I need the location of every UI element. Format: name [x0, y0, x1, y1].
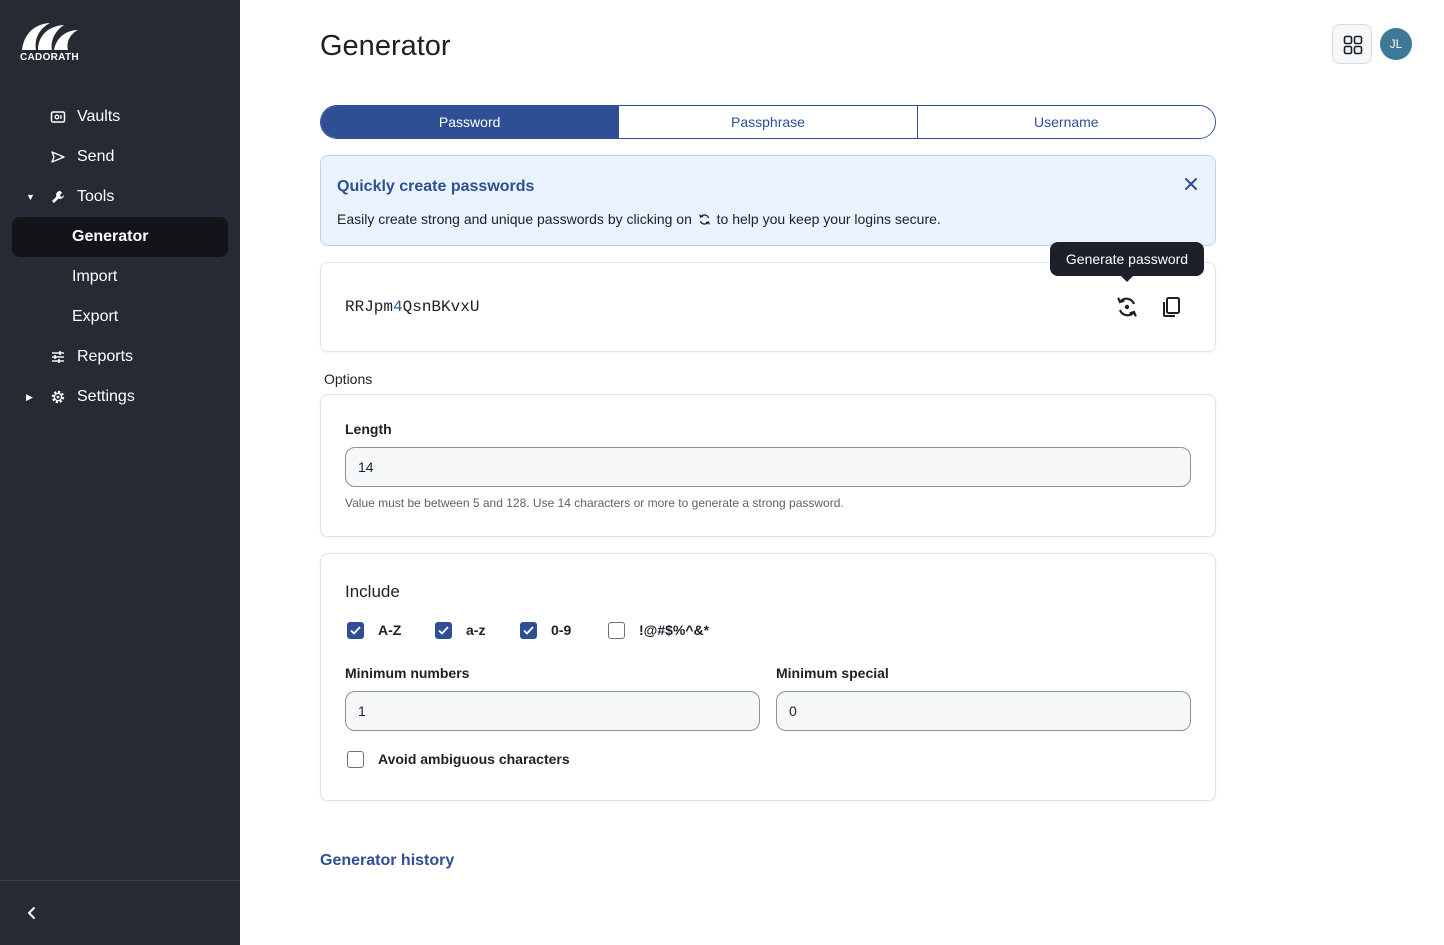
sidebar-item-label: Export: [72, 308, 119, 325]
checkbox-label: 0-9: [551, 622, 572, 638]
tab-username[interactable]: Username: [916, 106, 1215, 138]
min-numbers-input[interactable]: 1: [345, 691, 760, 731]
generator-history-link[interactable]: Generator history: [320, 852, 454, 870]
sidebar-item-import[interactable]: Import: [12, 257, 228, 297]
sidebar-item-label: Settings: [77, 388, 135, 405]
callout-text: Easily create strong and unique password…: [337, 211, 941, 227]
tab-password[interactable]: Password: [321, 106, 619, 138]
sidebar-item-send[interactable]: Send: [12, 137, 228, 177]
length-hint: Value must be between 5 and 128. Use 14 …: [345, 496, 844, 510]
sidebar-item-label: Tools: [77, 188, 115, 205]
options-heading: Options: [324, 371, 373, 387]
checkbox-box[interactable]: [608, 621, 625, 639]
generator-type-tabs: Password Passphrase Username: [320, 105, 1216, 139]
regenerate-icon[interactable]: [1115, 295, 1139, 319]
password-digit: 4: [393, 298, 403, 316]
brand-logo[interactable]: CADORATH: [20, 20, 90, 64]
callout-text-before: Easily create strong and unique password…: [337, 211, 692, 227]
password-part: QsnBKvxU: [402, 298, 480, 316]
vault-icon: [50, 111, 66, 123]
info-callout: Quickly create passwords Easily create s…: [320, 155, 1216, 246]
min-numbers-label: Minimum numbers: [345, 665, 470, 681]
collapse-sidebar-icon[interactable]: [22, 903, 42, 923]
sidebar-item-reports[interactable]: Reports: [12, 337, 228, 377]
length-label: Length: [345, 421, 392, 437]
include-card: Include A-Z a-z 0-9 !@#$%^&* Minimum num…: [320, 553, 1216, 801]
checkbox-label: a-z: [466, 622, 486, 638]
tab-passphrase[interactable]: Passphrase: [618, 106, 917, 138]
gear-icon: [51, 390, 65, 404]
sidebar-item-label: Import: [72, 268, 118, 285]
product-switcher-button[interactable]: [1332, 24, 1372, 64]
wrench-icon: [52, 191, 64, 203]
sidebar-item-label: Generator: [72, 228, 149, 245]
callout-title: Quickly create passwords: [337, 178, 535, 195]
sidebar-item-settings[interactable]: ▶ Settings: [12, 377, 228, 417]
caret-down-icon: ▼: [26, 192, 35, 202]
checkbox-special[interactable]: !@#$%^&*: [608, 621, 709, 639]
length-card: Length 14 Value must be between 5 and 12…: [320, 394, 1216, 537]
sidebar-item-tools[interactable]: ▼ Tools: [12, 177, 228, 217]
close-icon[interactable]: [1183, 176, 1199, 192]
generate-password-tooltip: Generate password: [1050, 242, 1204, 282]
check-icon: [523, 625, 534, 635]
grid-icon: [1343, 35, 1363, 55]
sidebar-item-label: Send: [77, 148, 115, 165]
checkbox-box[interactable]: [435, 621, 452, 639]
sidebar-footer: [0, 880, 240, 945]
checkbox-label: A-Z: [378, 622, 402, 638]
check-icon: [350, 625, 361, 635]
checkbox-label: Avoid ambiguous characters: [378, 751, 570, 767]
checkbox-box[interactable]: [347, 621, 364, 639]
logo-icon: [22, 23, 78, 50]
checkbox-uppercase[interactable]: A-Z: [347, 621, 401, 639]
password-part: RRJpm: [345, 298, 394, 316]
sidebar-item-vaults[interactable]: Vaults: [12, 97, 228, 137]
send-icon: [51, 151, 65, 163]
checkbox-box[interactable]: [520, 621, 537, 639]
generate-inline-icon: [698, 214, 710, 225]
sliders-icon: [52, 351, 64, 363]
include-heading: Include: [345, 582, 400, 601]
checkbox-box[interactable]: [347, 750, 364, 768]
page-title: Generator: [320, 30, 451, 62]
main-content: Generator JL Password Passphrase Usernam…: [240, 0, 1444, 945]
sidebar-item-label: Reports: [77, 348, 134, 365]
check-icon: [438, 625, 449, 635]
length-input[interactable]: 14: [345, 447, 1191, 487]
checkbox-label: !@#$%^&*: [639, 622, 710, 638]
checkbox-avoid-ambiguous[interactable]: Avoid ambiguous characters: [347, 750, 570, 768]
min-special-label: Minimum special: [776, 665, 889, 681]
avatar[interactable]: JL: [1380, 28, 1412, 60]
sidebar-item-generator[interactable]: Generator: [12, 217, 228, 257]
copy-icon[interactable]: [1159, 295, 1183, 319]
sidebar-item-export[interactable]: Export: [12, 297, 228, 337]
brand-name: CADORATH: [20, 52, 79, 63]
caret-right-icon: ▶: [26, 391, 33, 402]
min-special-input[interactable]: 0: [776, 691, 1191, 731]
generated-password: RRJpm4QsnBKvxU: [345, 298, 479, 316]
callout-text-after: to help you keep your logins secure.: [716, 211, 941, 227]
checkbox-numbers[interactable]: 0-9: [520, 621, 571, 639]
sidebar-item-label: Vaults: [77, 108, 121, 125]
sidebar: CADORATH Vaults Send ▼ Tools Generator I…: [0, 0, 240, 945]
checkbox-lowercase[interactable]: a-z: [435, 621, 485, 639]
